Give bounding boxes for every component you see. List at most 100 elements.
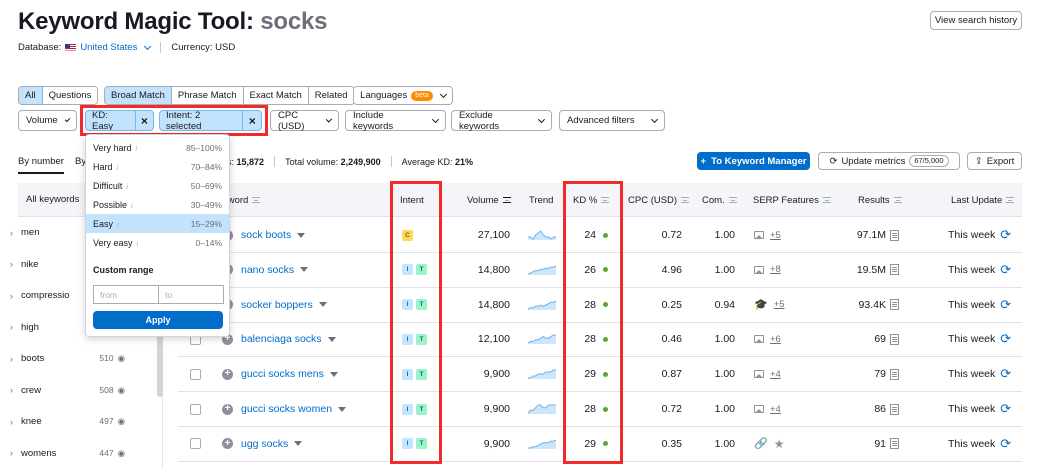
currency-label: Currency: USD — [171, 42, 236, 53]
row-checkbox[interactable] — [190, 403, 201, 415]
row-checkbox[interactable] — [190, 368, 201, 380]
column-last-update[interactable]: Last Update — [951, 183, 1015, 217]
serp-more-link[interactable]: +5 — [770, 230, 781, 241]
kd-to-input[interactable]: to — [158, 285, 224, 304]
serp-page-icon[interactable] — [890, 438, 899, 450]
trend-sparkline — [528, 300, 556, 310]
caret-down-icon[interactable] — [297, 232, 306, 238]
link-icon: 🔗 — [754, 438, 768, 451]
kd-filter-chip[interactable]: KD: Easy × — [85, 110, 154, 131]
eye-icon[interactable]: ◉ — [118, 385, 125, 396]
row-checkbox[interactable] — [190, 438, 201, 450]
languages-dropdown[interactable]: Languages beta — [353, 86, 453, 105]
refresh-icon[interactable]: ⟳ — [1000, 436, 1011, 452]
serp-more-link[interactable]: +4 — [770, 404, 781, 415]
refresh-icon[interactable]: ⟳ — [1000, 366, 1011, 382]
kd-option[interactable]: Hard i 70–84% — [86, 157, 229, 176]
column-results[interactable]: Results — [858, 183, 902, 217]
cpc-cell: 0.87 — [661, 368, 682, 381]
serp-page-icon[interactable] — [890, 403, 899, 415]
serp-more-link[interactable]: +6 — [770, 334, 781, 345]
kd-option[interactable]: Very hard i 85–100% — [86, 138, 229, 157]
serp-page-icon[interactable] — [890, 299, 899, 311]
chevron-down-icon[interactable] — [144, 42, 152, 50]
close-icon[interactable]: × — [243, 111, 261, 130]
to-keyword-manager-button[interactable]: + To Keyword Manager — [697, 152, 810, 170]
serp-page-icon[interactable] — [890, 264, 899, 276]
keyword-link[interactable]: gucci socks women — [241, 403, 332, 415]
serp-more-link[interactable]: +4 — [770, 369, 781, 380]
add-to-list-icon[interactable]: + — [222, 368, 233, 380]
kd-from-input[interactable]: from — [93, 285, 159, 304]
sidebar-item[interactable]: › knee 497 ◉ — [10, 416, 135, 427]
serp-page-icon[interactable] — [890, 229, 899, 241]
column-serp[interactable]: SERP Features — [753, 183, 831, 217]
tab-exact-match[interactable]: Exact Match — [243, 87, 309, 104]
caret-down-icon[interactable] — [294, 441, 303, 447]
kd-status-dot — [603, 302, 608, 308]
database-select[interactable]: United States — [80, 42, 137, 53]
caret-down-icon[interactable] — [329, 371, 338, 377]
column-intent[interactable]: Intent — [400, 183, 424, 217]
refresh-icon[interactable]: ⟳ — [1000, 331, 1011, 347]
tab-questions[interactable]: Questions — [42, 87, 98, 104]
caret-down-icon[interactable] — [318, 302, 327, 308]
serp-page-icon[interactable] — [890, 333, 899, 345]
column-kd[interactable]: KD % — [573, 183, 610, 217]
last-update-cell: This week — [948, 333, 996, 346]
kd-option[interactable]: Very easy i 0–14% — [86, 233, 229, 252]
keyword-link[interactable]: balenciaga socks — [241, 333, 322, 345]
exclude-keywords-filter[interactable]: Exclude keywords — [451, 110, 552, 132]
caret-down-icon[interactable] — [338, 406, 347, 412]
tab-related[interactable]: Related — [308, 87, 354, 104]
column-volume[interactable]: Volume — [467, 183, 511, 217]
column-cpc[interactable]: CPC (USD) — [628, 183, 690, 217]
keyword-link[interactable]: ugg socks — [241, 438, 288, 450]
keyword-link[interactable]: gucci socks mens — [241, 368, 324, 380]
volume-filter[interactable]: Volume — [18, 110, 77, 131]
export-icon: ⇪ — [974, 155, 983, 167]
refresh-icon[interactable]: ⟳ — [1000, 262, 1011, 278]
intent-badge: I — [402, 264, 413, 276]
apply-button[interactable]: Apply — [93, 311, 223, 329]
intent-filter-chip[interactable]: Intent: 2 selected × — [159, 110, 262, 131]
image-icon — [754, 335, 764, 344]
caret-down-icon[interactable] — [327, 336, 336, 342]
caret-down-icon[interactable] — [300, 267, 309, 273]
sidebar-item[interactable]: › crew 508 ◉ — [10, 385, 135, 396]
close-icon[interactable]: × — [136, 111, 153, 130]
serp-more-link[interactable]: +5 — [774, 299, 785, 310]
tab-all[interactable]: All — [19, 87, 43, 104]
tab-broad-match[interactable]: Broad Match — [105, 87, 172, 104]
refresh-icon[interactable]: ⟳ — [1000, 227, 1011, 243]
keyword-link[interactable]: sock boots — [241, 229, 291, 241]
sidebar-item[interactable]: › boots 510 ◉ — [10, 353, 135, 364]
cpc-filter[interactable]: CPC (USD) — [270, 110, 339, 132]
kd-option[interactable]: Difficult i 50–69% — [86, 176, 229, 195]
view-search-history-button[interactable]: View search history — [930, 11, 1022, 30]
sidebar-item[interactable]: › womens 447 ◉ — [10, 448, 135, 459]
refresh-icon[interactable]: ⟳ — [1000, 297, 1011, 313]
export-button[interactable]: ⇪ Export — [967, 152, 1022, 170]
serp-more-link[interactable]: +8 — [770, 264, 781, 275]
keyword-link[interactable]: socker boppers — [241, 299, 313, 311]
eye-icon[interactable]: ◉ — [118, 448, 125, 459]
kd-cell: 29 — [584, 437, 596, 450]
intent-badge: T — [416, 368, 427, 380]
tab-by-number[interactable]: By number — [18, 156, 64, 167]
update-metrics-button[interactable]: ⟳ Update metrics 67/5,000 — [818, 152, 960, 170]
chevron-down-icon — [64, 116, 71, 122]
serp-page-icon[interactable] — [890, 368, 899, 380]
refresh-icon[interactable]: ⟳ — [1000, 401, 1011, 417]
add-to-list-icon[interactable]: + — [222, 438, 233, 450]
include-keywords-filter[interactable]: Include keywords — [345, 110, 446, 132]
kd-option[interactable]: Possible i 30–49% — [86, 195, 229, 214]
eye-icon[interactable]: ◉ — [118, 353, 125, 364]
tab-phrase-match[interactable]: Phrase Match — [171, 87, 244, 104]
advanced-filters[interactable]: Advanced filters — [559, 110, 665, 131]
eye-icon[interactable]: ◉ — [118, 416, 125, 427]
add-to-list-icon[interactable]: + — [222, 403, 233, 415]
column-com[interactable]: Com. — [702, 183, 737, 217]
kd-option[interactable]: Easy i 15–29% — [86, 214, 229, 233]
keyword-link[interactable]: nano socks — [241, 264, 294, 276]
